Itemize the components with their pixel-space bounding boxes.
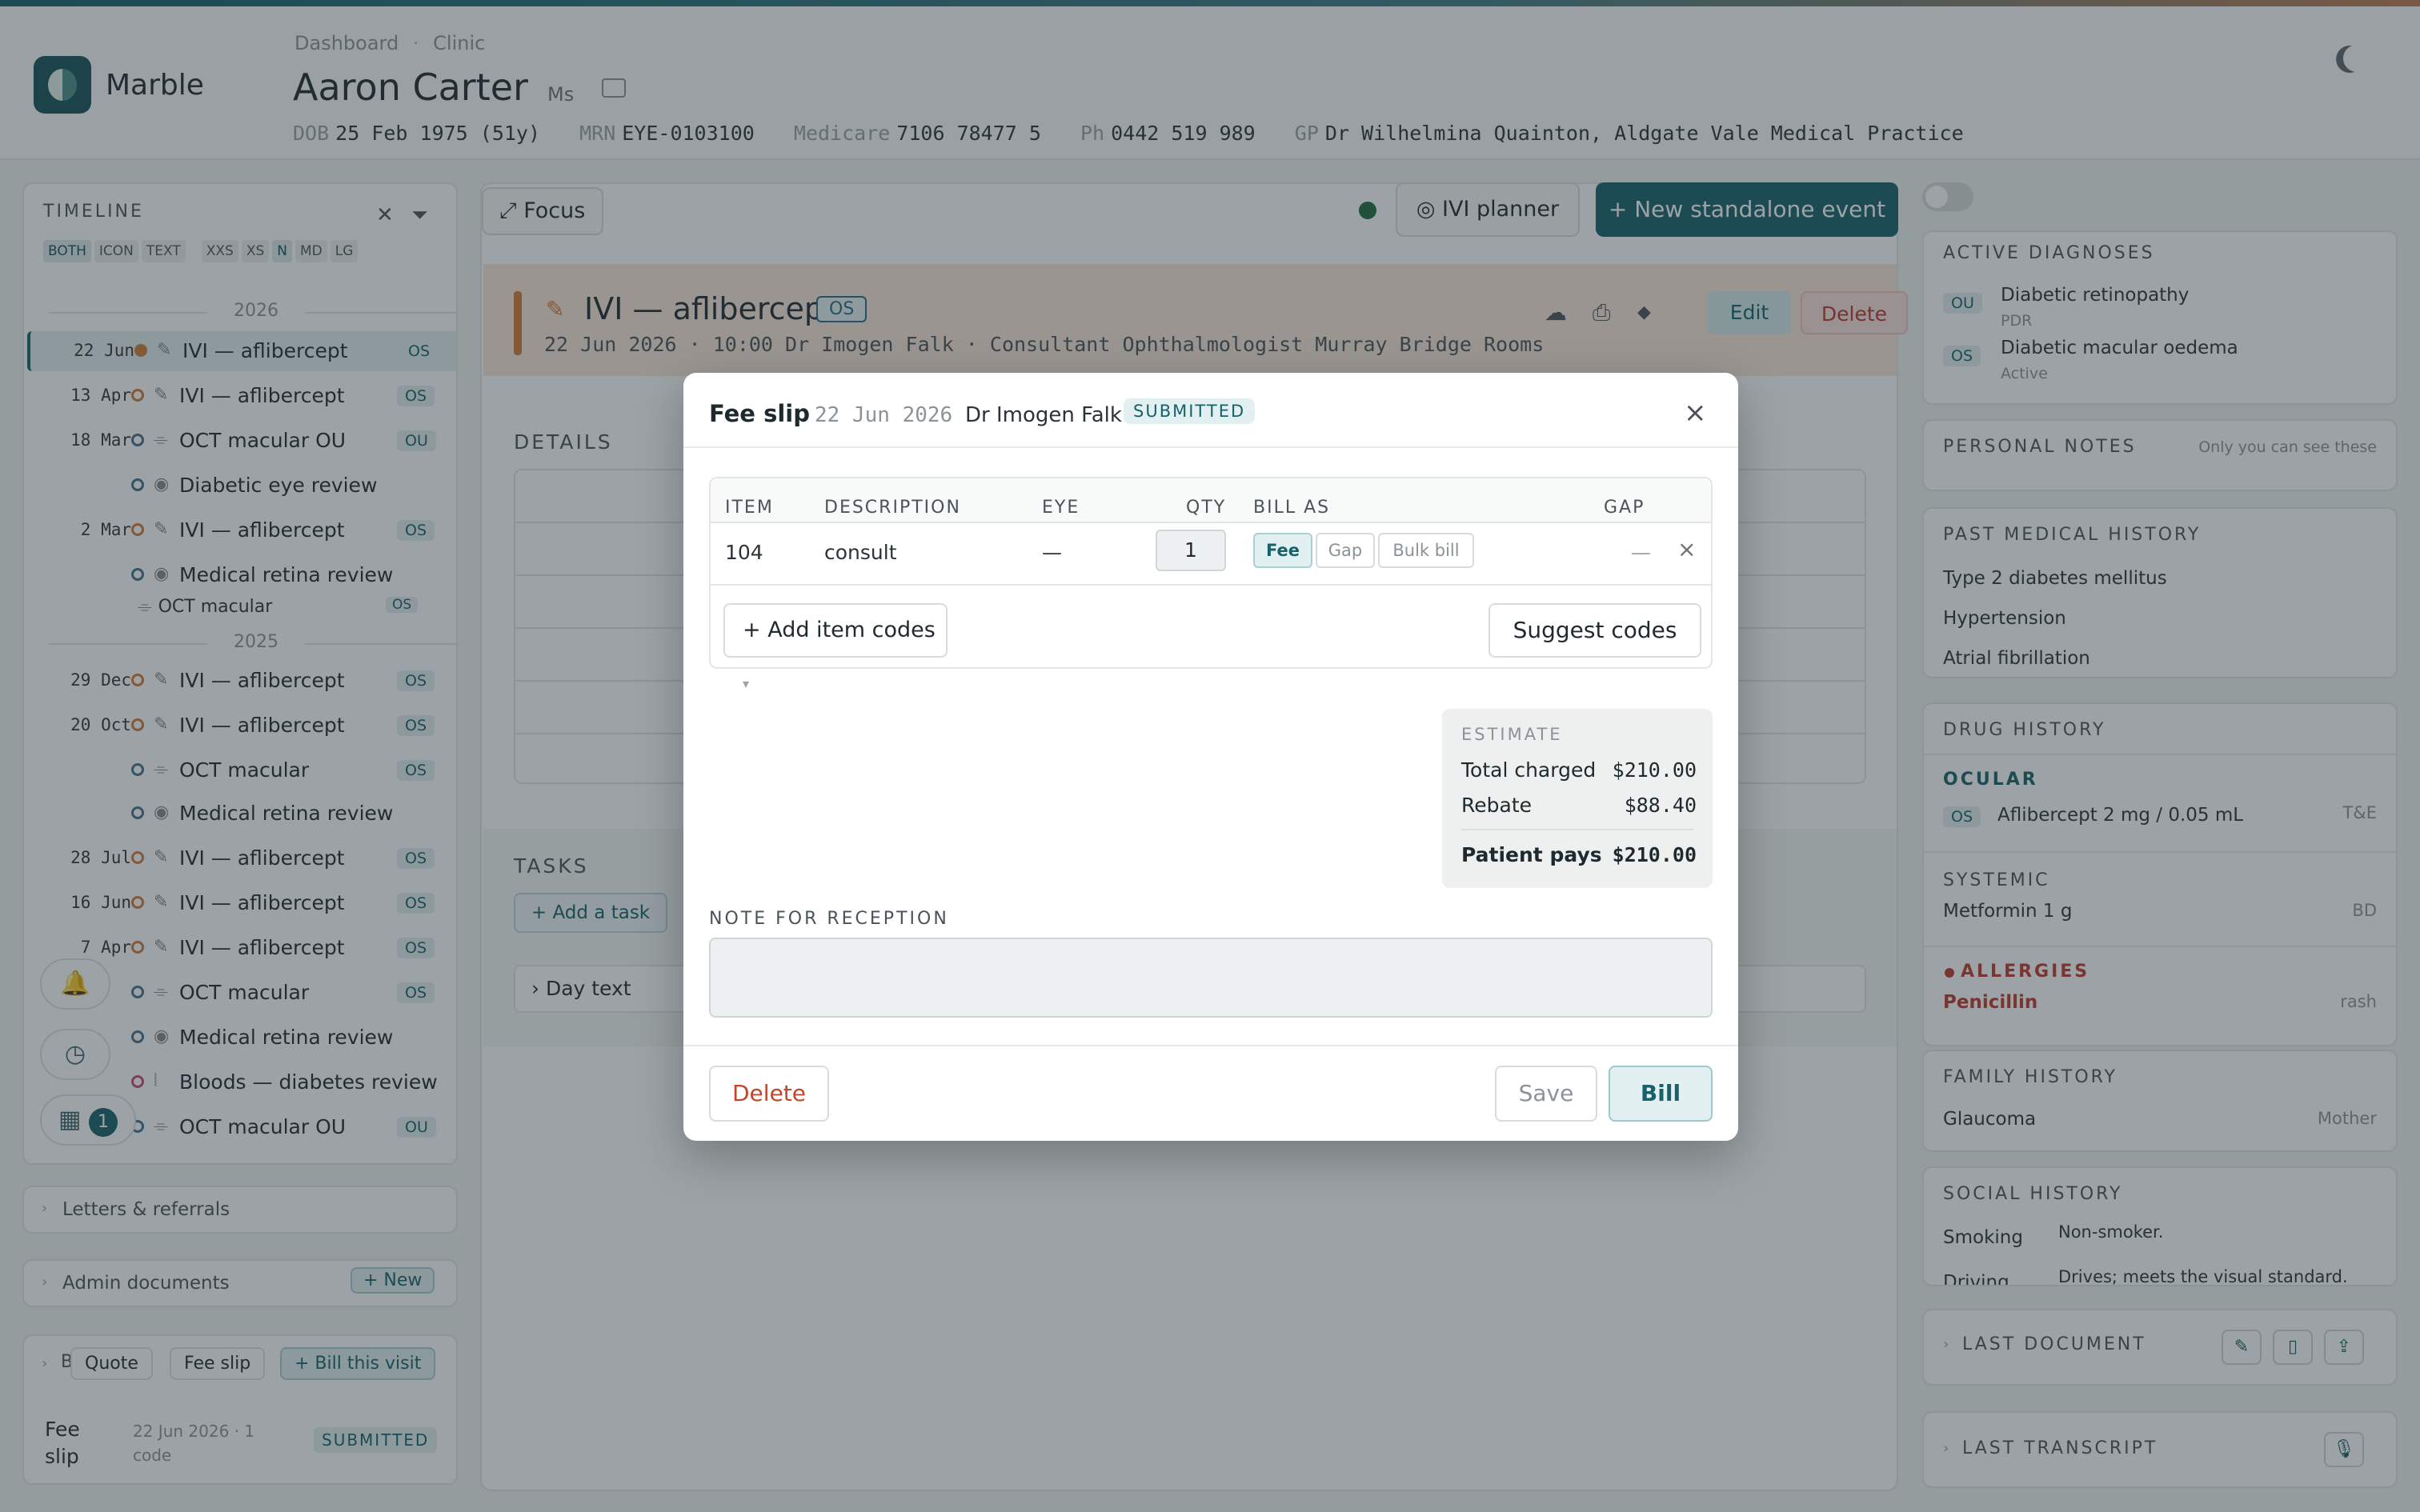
row-description: consult [824, 541, 897, 564]
add-item-codes-button[interactable]: + Add item codes ▾ [723, 603, 948, 691]
col-item: ITEM [725, 498, 774, 518]
rebate-label: Rebate [1461, 794, 1533, 817]
patient-pays-label: Patient pays [1461, 843, 1602, 866]
col-bill-as: BILL AS [1253, 498, 1331, 518]
rebate-value: $88.40 [1624, 794, 1697, 817]
total-charged-label: Total charged [1461, 758, 1597, 782]
note-for-reception-input[interactable] [709, 938, 1713, 1018]
modal-status-badge: SUBMITTED [1124, 398, 1256, 424]
note-for-reception-label: NOTE FOR RECEPTION [709, 909, 949, 929]
modal-date: 22 Jun 2026 [815, 403, 953, 427]
fee-slip-modal: Fee slip 22 Jun 2026 Dr Imogen Falk SUBM… [683, 373, 1738, 1141]
col-qty: QTY [1186, 498, 1227, 518]
qty-input[interactable]: 1 [1156, 530, 1226, 571]
modal-footer-divider [683, 1045, 1738, 1046]
modal-doctor: Dr Imogen Falk [965, 403, 1122, 427]
row-eye[interactable]: — [1042, 541, 1062, 564]
bill-as-bulk-bill-option[interactable]: Bulk bill [1378, 533, 1474, 568]
suggest-codes-button[interactable]: Suggest codes [1488, 603, 1701, 658]
delete-button[interactable]: Delete [709, 1066, 829, 1122]
col-gap: GAP [1604, 498, 1645, 518]
estimate-box: ESTIMATE Total charged $210.00 Rebate $8… [1442, 709, 1713, 888]
row-item-code: 104 [725, 541, 763, 564]
save-button[interactable]: Save [1495, 1066, 1597, 1122]
estimate-heading: ESTIMATE [1461, 725, 1563, 744]
total-charged-value: $210.00 [1612, 758, 1697, 782]
modal-title: Fee slip [709, 400, 810, 427]
bill-as-fee-option[interactable]: Fee [1253, 533, 1312, 568]
bill-as-gap-option[interactable]: Gap [1316, 533, 1375, 568]
chevron-down-icon: ▾ [743, 676, 750, 691]
modal-divider [683, 446, 1738, 448]
col-description: DESCRIPTION [824, 498, 961, 518]
patient-pays-value: $210.00 [1612, 843, 1697, 866]
fee-items-table: ITEM DESCRIPTION EYE QTY BILL AS GAP 104… [709, 477, 1713, 691]
bill-button[interactable]: Bill [1609, 1066, 1713, 1122]
close-icon[interactable]: × [1684, 397, 1707, 429]
add-item-codes-label: + Add item codes [743, 618, 936, 642]
row-gap: — [1631, 541, 1651, 564]
col-eye: EYE [1042, 498, 1080, 518]
remove-row-icon[interactable]: × [1677, 536, 1696, 562]
